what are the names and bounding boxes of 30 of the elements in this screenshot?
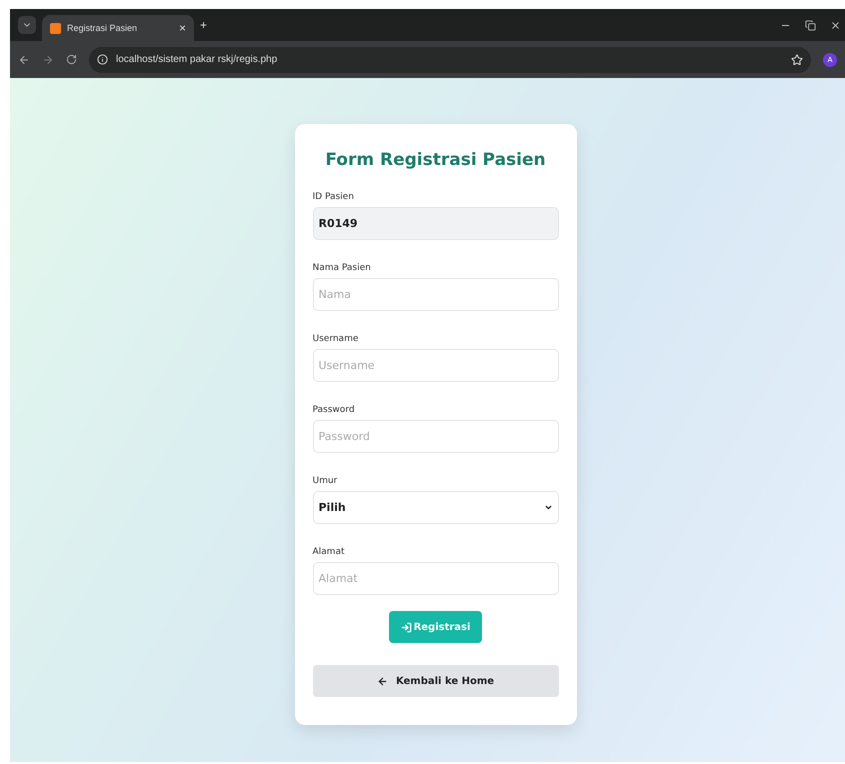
input-field[interactable]: Alamat bbox=[312, 562, 558, 595]
input-field[interactable]: Username bbox=[312, 349, 558, 382]
input-field[interactable]: R0149 bbox=[312, 207, 558, 240]
form-title: Form Registrasi Pasien bbox=[324, 150, 547, 170]
tab-close-button[interactable]: × bbox=[178, 21, 186, 35]
close-icon[interactable] bbox=[830, 20, 841, 30]
field-label: Nama Pasien bbox=[312, 263, 372, 273]
field-label: Umur bbox=[312, 476, 338, 486]
field-label: Password bbox=[312, 405, 356, 415]
info-icon bbox=[97, 54, 108, 65]
address-field[interactable]: localhost/sistem pakar rskj/regis.php bbox=[89, 46, 811, 72]
forward-icon[interactable] bbox=[42, 54, 54, 66]
input-field[interactable]: Password bbox=[312, 420, 558, 453]
browser-tab[interactable]: Registrasi Pasien × bbox=[42, 15, 194, 41]
reload-icon[interactable] bbox=[66, 54, 77, 65]
field-label: Username bbox=[312, 334, 360, 344]
chevron-down-icon bbox=[544, 503, 552, 512]
restore-icon[interactable] bbox=[805, 20, 816, 30]
arrow-left-icon bbox=[376, 676, 388, 686]
field-label: Alamat bbox=[312, 547, 346, 557]
new-tab-button[interactable]: + bbox=[200, 18, 208, 32]
tab-title: Registrasi Pasien bbox=[67, 23, 138, 33]
login-icon bbox=[400, 622, 412, 632]
site-icon bbox=[50, 22, 61, 34]
input-field[interactable]: Nama bbox=[312, 278, 558, 311]
select-field[interactable]: Pilih bbox=[312, 491, 558, 524]
bookmark-star-icon[interactable] bbox=[791, 54, 803, 66]
back-home-button[interactable]: Kembali ke Home bbox=[312, 665, 558, 697]
field-label: ID Pasien bbox=[312, 192, 355, 202]
back-icon[interactable] bbox=[18, 54, 30, 66]
